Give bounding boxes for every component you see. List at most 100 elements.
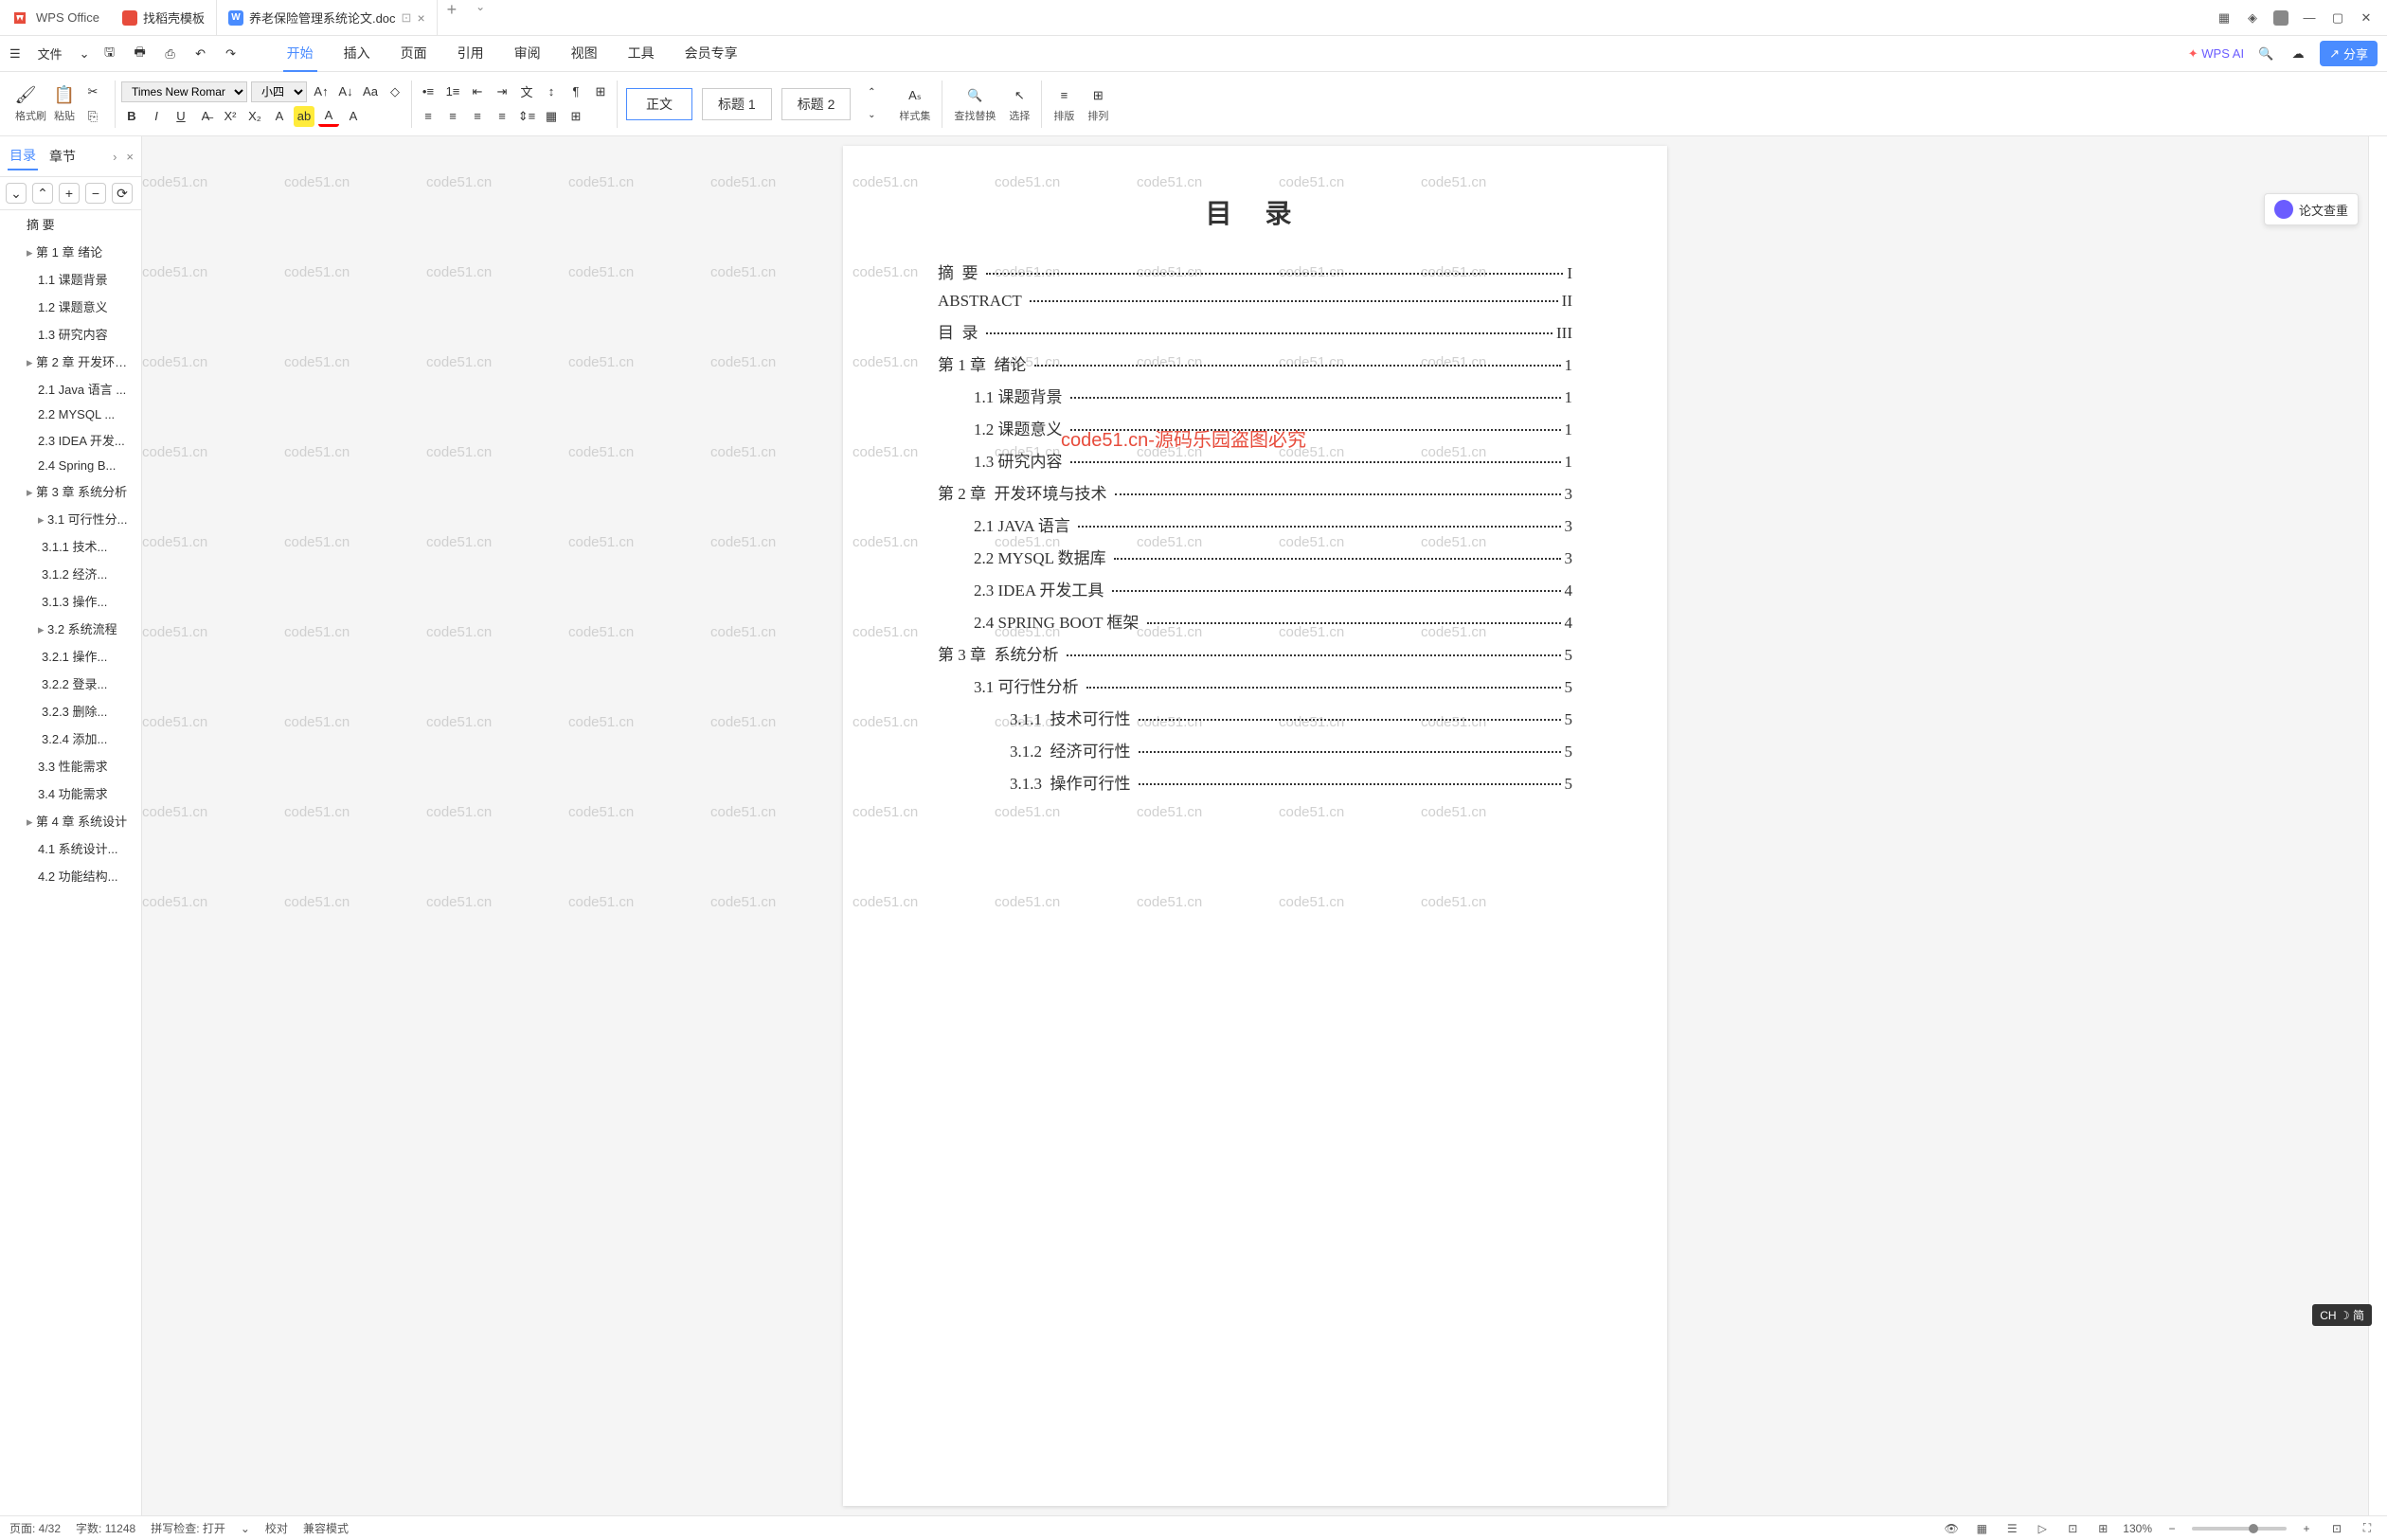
paste-icon[interactable]: 📋: [54, 85, 75, 106]
minimize-button[interactable]: —: [2302, 10, 2317, 26]
toc-entry[interactable]: 摘 要 I: [938, 260, 1572, 283]
align-center-icon[interactable]: ≡: [442, 106, 463, 127]
save-icon[interactable]: 🖫: [99, 44, 120, 64]
hamburger-icon[interactable]: ☰: [9, 46, 21, 62]
find-icon[interactable]: 🔍: [964, 85, 985, 106]
toc-entry[interactable]: 第 2 章 开发环境与技术 3: [938, 480, 1572, 504]
status-words[interactable]: 字数: 11248: [76, 1520, 135, 1536]
style-up-icon[interactable]: ⌃: [861, 82, 882, 103]
ribbon-tab-start[interactable]: 开始: [283, 36, 317, 72]
outline-item[interactable]: 4.2 功能结构...: [0, 862, 141, 889]
text-effect-icon[interactable]: A: [269, 106, 290, 127]
underline-icon[interactable]: U: [170, 106, 191, 127]
wps-ai-button[interactable]: ✦ WPS AI: [2188, 46, 2244, 62]
ribbon-tab-tools[interactable]: 工具: [624, 36, 658, 72]
status-compat[interactable]: 兼容模式: [303, 1520, 349, 1536]
outline-item[interactable]: 1.3 研究内容: [0, 320, 141, 348]
toc-entry[interactable]: 2.2 MYSQL 数据库 3: [938, 545, 1572, 568]
close-icon[interactable]: ×: [417, 10, 424, 26]
share-button[interactable]: ↗ 分享: [2320, 41, 2378, 66]
sort-icon[interactable]: ↕: [541, 81, 562, 102]
toc-entry[interactable]: 目 录 III: [938, 319, 1572, 343]
outline-item[interactable]: ▸第 1 章 绪论: [0, 238, 141, 265]
tab-dropdown-icon[interactable]: ⌄: [466, 0, 494, 35]
outline-item[interactable]: 3.2.1 操作...: [0, 642, 141, 670]
page-view-icon[interactable]: ⊡: [2062, 1518, 2083, 1539]
status-dropdown-icon[interactable]: ⌄: [241, 1522, 250, 1535]
shading-icon[interactable]: A: [343, 106, 364, 127]
read-icon[interactable]: ▷: [2032, 1518, 2053, 1539]
toc-entry[interactable]: 2.3 IDEA 开发工具 4: [938, 577, 1572, 600]
layout-icon[interactable]: ≡: [1053, 85, 1074, 106]
toc-entry[interactable]: 3.1.3 操作可行性 5: [938, 770, 1572, 794]
outline-item[interactable]: 3.1.3 操作...: [0, 587, 141, 615]
arrange-icon[interactable]: ⊞: [1087, 85, 1108, 106]
cut-icon[interactable]: ✂: [82, 81, 103, 102]
styleset-icon[interactable]: Aₛ: [905, 85, 925, 106]
caret-icon[interactable]: ▸: [27, 245, 36, 260]
document-area[interactable]: 目 录 摘 要 IABSTRACT II目 录 III第 1 章 绪论 11.1…: [142, 136, 2368, 1515]
sidebar-close-icon[interactable]: ×: [126, 150, 134, 164]
caret-icon[interactable]: ▸: [27, 485, 36, 500]
outline-item[interactable]: 2.1 Java 语言 ...: [0, 375, 141, 403]
grid-view-icon[interactable]: ▦: [1971, 1518, 1992, 1539]
toc-entry[interactable]: 3.1.1 技术可行性 5: [938, 706, 1572, 729]
status-proof[interactable]: 校对: [265, 1520, 288, 1536]
style-heading2[interactable]: 标题 2: [781, 88, 852, 120]
style-down-icon[interactable]: ⌄: [861, 105, 882, 126]
file-menu[interactable]: 文件: [30, 41, 70, 66]
web-view-icon[interactable]: ⊞: [2092, 1518, 2113, 1539]
expand-icon[interactable]: ⌄: [6, 183, 27, 204]
highlight-icon[interactable]: ab: [294, 106, 314, 127]
toc-entry[interactable]: 2.1 JAVA 语言 3: [938, 512, 1572, 536]
search-icon[interactable]: 🔍: [2255, 44, 2276, 64]
select-icon[interactable]: ↖: [1009, 85, 1030, 106]
outline-item[interactable]: 3.2.3 删除...: [0, 697, 141, 725]
fullscreen-icon[interactable]: ⛶: [2357, 1518, 2378, 1539]
zoom-level[interactable]: 130%: [2123, 1522, 2152, 1535]
paper-check-button[interactable]: 论文查重: [2264, 193, 2359, 225]
toc-entry[interactable]: 1.2 课题意义 1: [938, 416, 1572, 439]
bold-icon[interactable]: B: [121, 106, 142, 127]
outline-item[interactable]: 3.2.4 添加...: [0, 725, 141, 752]
outline-item[interactable]: ▸第 4 章 系统设计: [0, 807, 141, 834]
outline-item[interactable]: 2.3 IDEA 开发...: [0, 426, 141, 454]
change-case-icon[interactable]: Aa: [360, 81, 381, 102]
sidebar-tab-chapter[interactable]: 章节: [47, 143, 78, 170]
toc-entry[interactable]: 第 3 章 系统分析 5: [938, 641, 1572, 665]
ribbon-tab-review[interactable]: 审阅: [511, 36, 545, 72]
shading-icon[interactable]: ▦: [541, 106, 562, 127]
outline-item[interactable]: 2.4 Spring B...: [0, 454, 141, 477]
caret-icon[interactable]: ▸: [38, 622, 47, 637]
style-normal[interactable]: 正文: [626, 88, 692, 120]
outline-item[interactable]: 3.1.1 技术...: [0, 532, 141, 560]
ribbon-tab-page[interactable]: 页面: [397, 36, 431, 72]
list-view-icon[interactable]: ☰: [2001, 1518, 2022, 1539]
style-heading1[interactable]: 标题 1: [702, 88, 772, 120]
dropdown-icon[interactable]: ⌄: [80, 46, 90, 62]
toc-entry[interactable]: 第 1 章 绪论 1: [938, 351, 1572, 375]
ribbon-tab-view[interactable]: 视图: [567, 36, 601, 72]
decrease-font-icon[interactable]: A↓: [335, 81, 356, 102]
undo-icon[interactable]: ↶: [190, 44, 211, 64]
redo-icon[interactable]: ↷: [221, 44, 242, 64]
format-painter-icon[interactable]: 🖌: [15, 85, 36, 106]
outline-item[interactable]: 4.1 系统设计...: [0, 834, 141, 862]
clear-format-icon[interactable]: ◇: [385, 81, 405, 102]
increase-font-icon[interactable]: A↑: [311, 81, 332, 102]
subscript-icon[interactable]: X₂: [244, 106, 265, 127]
ribbon-tab-insert[interactable]: 插入: [340, 36, 374, 72]
sidebar-tab-toc[interactable]: 目录: [8, 142, 38, 170]
fit-icon[interactable]: ⊡: [2326, 1518, 2347, 1539]
grid-icon[interactable]: ▦: [2216, 10, 2232, 26]
outline-item[interactable]: 3.2.2 登录...: [0, 670, 141, 697]
outline-item[interactable]: 1.2 课题意义: [0, 293, 141, 320]
print-icon[interactable]: 🖶: [130, 44, 151, 64]
caret-icon[interactable]: ▸: [27, 355, 36, 370]
text-direction-icon[interactable]: 文: [516, 81, 537, 102]
decrease-indent-icon[interactable]: ⇤: [467, 81, 488, 102]
outline-item[interactable]: 1.1 课题背景: [0, 265, 141, 293]
font-size-select[interactable]: 小四: [251, 81, 307, 102]
align-right-icon[interactable]: ≡: [467, 106, 488, 127]
refresh-icon[interactable]: ⟳: [112, 183, 133, 204]
